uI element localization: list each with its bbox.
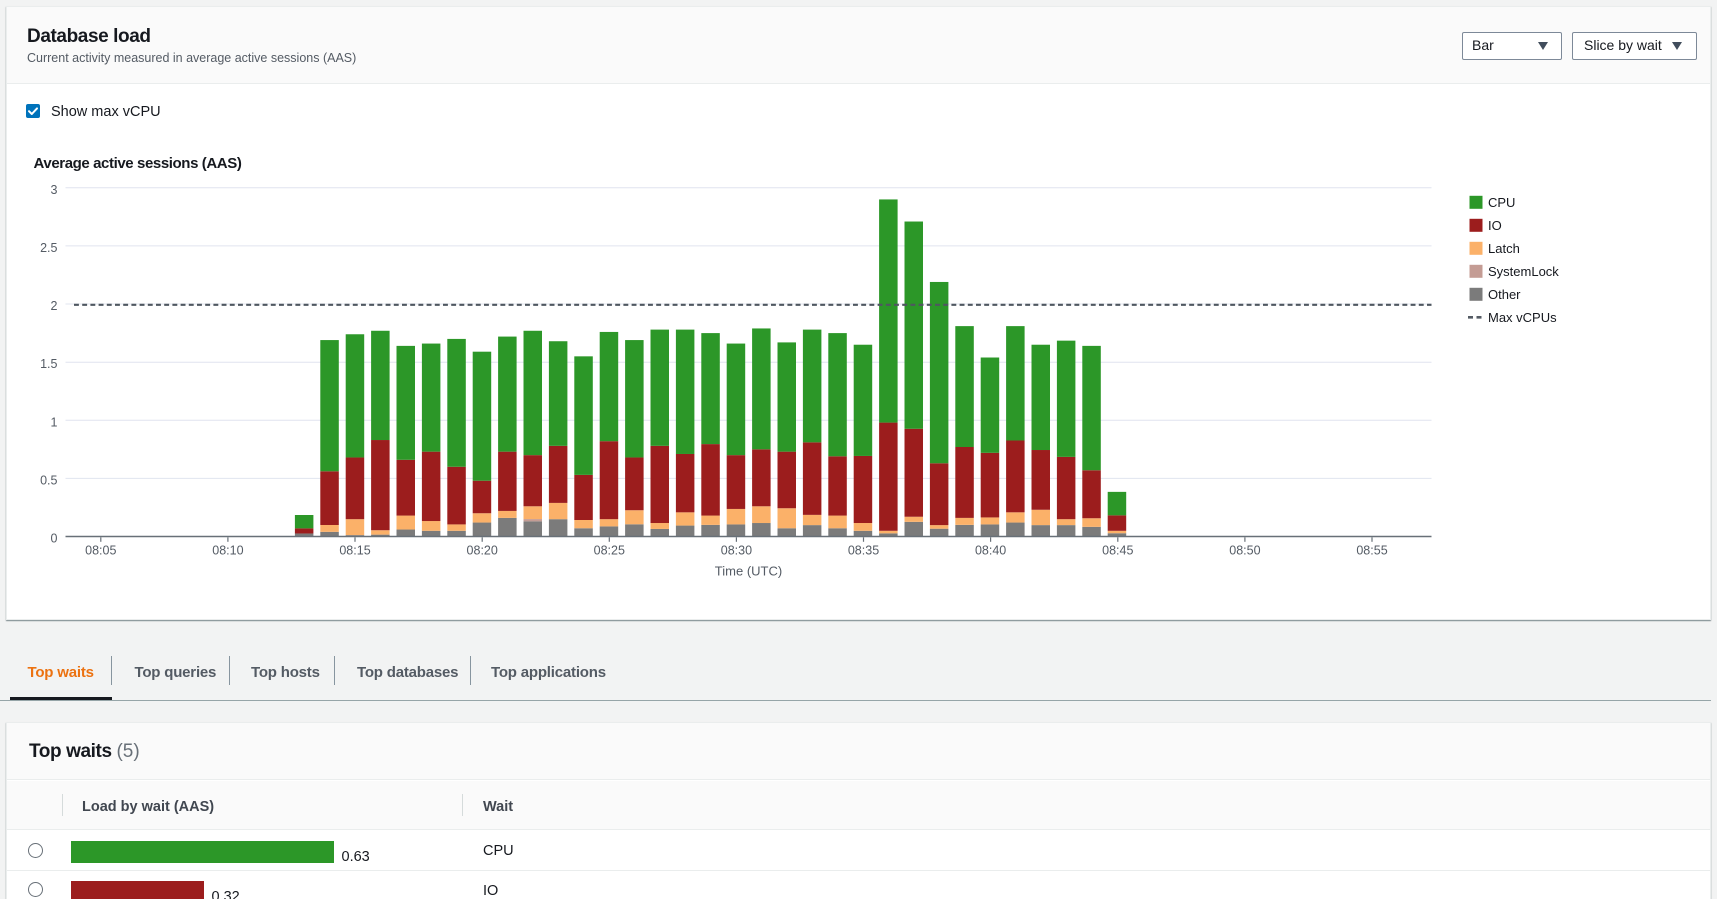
- svg-text:CPU: CPU: [1488, 195, 1515, 210]
- svg-text:08:55: 08:55: [1356, 544, 1387, 558]
- svg-text:0: 0: [51, 532, 58, 546]
- svg-text:08:20: 08:20: [467, 544, 498, 558]
- svg-text:Time (UTC): Time (UTC): [715, 564, 782, 579]
- svg-text:0.5: 0.5: [40, 473, 57, 487]
- svg-text:08:50: 08:50: [1229, 544, 1260, 558]
- svg-text:1.5: 1.5: [40, 357, 57, 371]
- svg-text:08:10: 08:10: [212, 544, 243, 558]
- svg-text:08:30: 08:30: [721, 544, 752, 558]
- svg-text:2: 2: [51, 299, 58, 313]
- svg-text:3: 3: [51, 183, 58, 197]
- svg-text:2.5: 2.5: [40, 241, 57, 255]
- svg-text:IO: IO: [1488, 218, 1502, 233]
- svg-text:08:40: 08:40: [975, 544, 1006, 558]
- svg-text:SystemLock: SystemLock: [1488, 264, 1559, 279]
- svg-text:1: 1: [51, 415, 58, 429]
- svg-text:Latch: Latch: [1488, 241, 1520, 256]
- svg-text:08:35: 08:35: [848, 544, 879, 558]
- svg-text:08:05: 08:05: [85, 544, 116, 558]
- svg-text:Max vCPUs: Max vCPUs: [1488, 310, 1557, 325]
- svg-text:08:45: 08:45: [1102, 544, 1133, 558]
- svg-text:08:15: 08:15: [339, 544, 370, 558]
- svg-text:08:25: 08:25: [594, 544, 625, 558]
- svg-text:Other: Other: [1488, 287, 1521, 302]
